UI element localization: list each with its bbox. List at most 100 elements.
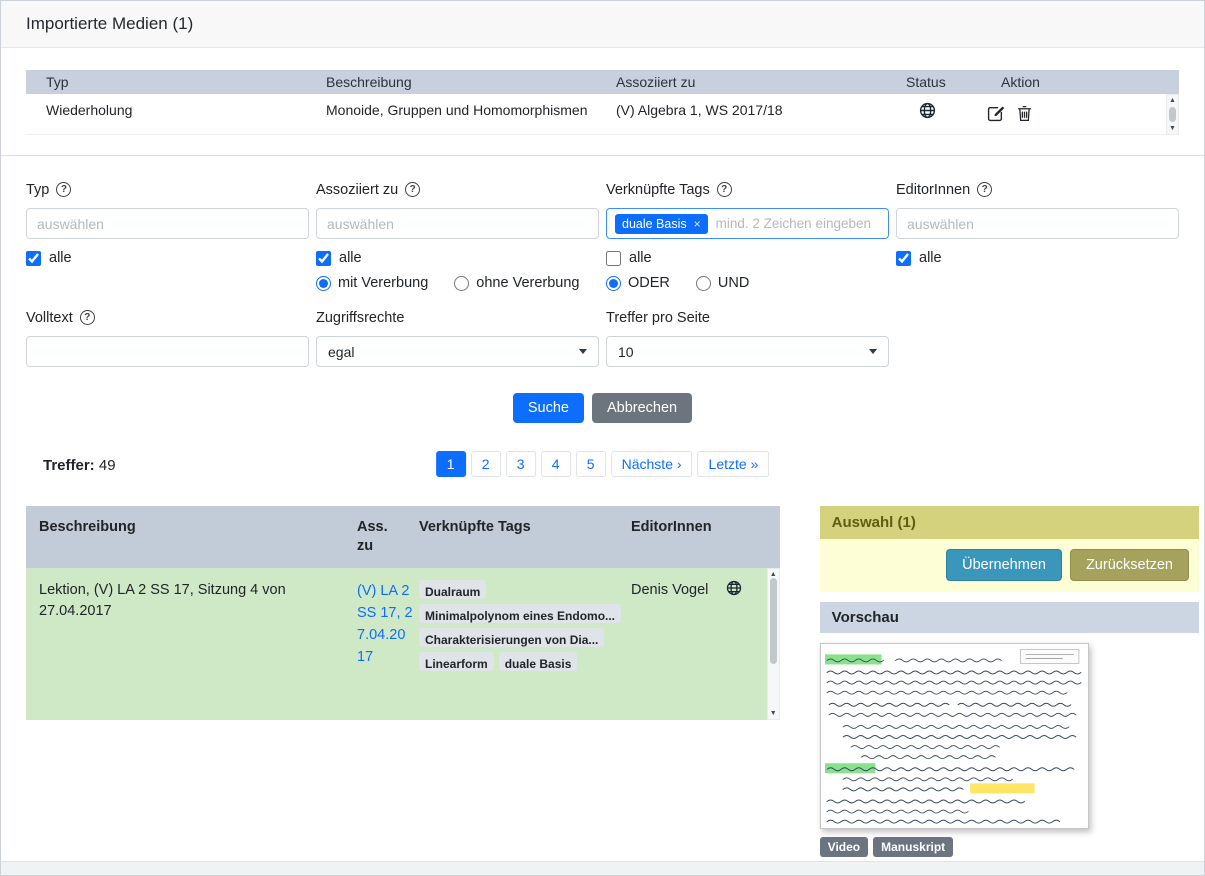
radio-label: ODER <box>628 275 670 291</box>
scroll-down-icon[interactable]: ▼ <box>770 710 777 717</box>
result-tags: Dualraum Minimalpolynom eines Endomo... … <box>419 580 618 671</box>
radio[interactable] <box>606 276 621 291</box>
assoziiert-select-input[interactable] <box>316 208 599 239</box>
cell-status <box>886 94 981 134</box>
checkbox[interactable] <box>606 251 621 266</box>
page-button-3[interactable]: 3 <box>506 451 536 477</box>
filter-panel: Typ ? alle Assoziiert zu ? alle <box>26 179 1179 423</box>
cell-typ: Wiederholung <box>26 94 306 134</box>
help-icon[interactable]: ? <box>80 310 95 325</box>
selected-value: 10 <box>618 344 634 360</box>
treffer-value: 49 <box>99 457 116 474</box>
zuruecksetzen-button[interactable]: Zurücksetzen <box>1070 549 1189 581</box>
radio[interactable] <box>454 276 469 291</box>
scroll-down-icon[interactable]: ▼ <box>1169 125 1176 132</box>
help-icon[interactable]: ? <box>977 182 992 197</box>
typ-select-input[interactable] <box>26 208 309 239</box>
scroll-up-icon[interactable]: ▲ <box>1169 97 1176 104</box>
cell-assoziiert-zu: (V) Algebra 1, WS 2017/18 <box>596 94 886 134</box>
filter-verknuepfte-tags: Verknüpfte Tags ? duale Basis × mind. 2 … <box>606 179 889 291</box>
editorinnen-select-input[interactable] <box>896 208 1179 239</box>
tags-input[interactable]: duale Basis × mind. 2 Zeichen eingeben <box>606 208 889 239</box>
tag-chip: Minimalpolynom eines Endomo... <box>419 604 621 623</box>
und-radio[interactable]: UND <box>696 275 749 291</box>
column-header-verknuepfte-tags: Verknüpfte Tags <box>406 506 618 568</box>
zugriffsrechte-select[interactable]: egal <box>316 336 599 367</box>
help-icon[interactable]: ? <box>56 182 71 197</box>
checkbox-label: alle <box>339 250 362 266</box>
globe-icon <box>919 106 936 122</box>
edit-icon[interactable] <box>987 102 1004 125</box>
selected-value: egal <box>328 344 354 360</box>
filter-typ-label: Typ <box>26 182 49 198</box>
result-row[interactable]: Lektion, (V) LA 2 SS 17, Sitzung 4 von 2… <box>26 568 767 720</box>
filter-treffer-pro-seite-label: Treffer pro Seite <box>606 310 710 326</box>
auswahl-actions: Übernehmen Zurücksetzen <box>820 539 1199 592</box>
filter-assoziiert-label: Assoziiert zu <box>316 182 398 198</box>
filter-typ: Typ ? alle <box>26 179 309 291</box>
radio[interactable] <box>696 276 711 291</box>
auswahl-title: Auswahl (1) <box>820 506 1199 539</box>
checkbox[interactable] <box>316 251 331 266</box>
column-header-typ: Typ <box>26 70 306 94</box>
typ-alle-checkbox[interactable]: alle <box>26 250 309 266</box>
tag-remove-icon[interactable]: × <box>694 218 701 230</box>
column-header-beschreibung: Beschreibung <box>306 70 596 94</box>
help-icon[interactable]: ? <box>717 182 732 197</box>
result-beschreibung: Lektion, (V) LA 2 SS 17, Sitzung 4 von 2… <box>26 568 344 720</box>
checkbox-label: alle <box>49 250 72 266</box>
imported-table-scrollbar[interactable]: ▲ ▼ <box>1166 94 1179 135</box>
next-page-button[interactable]: Nächste › <box>611 451 693 477</box>
imported-table-row: Wiederholung Monoide, Gruppen und Homomo… <box>26 94 1166 135</box>
page-button-4[interactable]: 4 <box>541 451 571 477</box>
scroll-thumb[interactable] <box>770 578 777 664</box>
radio-label: UND <box>718 275 749 291</box>
page-button-5[interactable]: 5 <box>576 451 606 477</box>
treffer-pro-seite-select[interactable]: 10 <box>606 336 889 367</box>
uebernehmen-button[interactable]: Übernehmen <box>946 549 1062 581</box>
preview-badges: Video Manuskript <box>820 837 1199 857</box>
ohne-vererbung-radio[interactable]: ohne Vererbung <box>454 275 579 291</box>
oder-radio[interactable]: ODER <box>606 275 670 291</box>
section-divider <box>1 155 1204 156</box>
radio[interactable] <box>316 276 331 291</box>
video-badge: Video <box>820 837 868 857</box>
filter-zugriffsrechte-label: Zugriffsrechte <box>316 310 404 326</box>
abbrechen-button[interactable]: Abbrechen <box>592 393 692 423</box>
assoziiert-alle-checkbox[interactable]: alle <box>316 250 599 266</box>
mit-vererbung-radio[interactable]: mit Vererbung <box>316 275 428 291</box>
suche-button[interactable]: Suche <box>513 393 584 423</box>
pagination: 1 2 3 4 5 Nächste › Letzte » <box>436 451 770 477</box>
result-editorinnen: Denis Vogel <box>618 568 713 720</box>
page-button-2[interactable]: 2 <box>471 451 501 477</box>
volltext-input[interactable] <box>26 336 309 367</box>
results-table-scrollbar[interactable]: ▲ ▼ <box>767 568 780 720</box>
last-page-button[interactable]: Letzte » <box>698 451 770 477</box>
treffer-count: Treffer: 49 <box>43 457 116 474</box>
tag-duale-basis: duale Basis × <box>615 214 708 234</box>
editorinnen-alle-checkbox[interactable]: alle <box>896 250 1179 266</box>
page-title: Importierte Medien (1) <box>26 14 193 34</box>
scroll-thumb[interactable] <box>1169 107 1176 122</box>
trash-icon[interactable] <box>1017 102 1032 125</box>
checkbox[interactable] <box>26 251 41 266</box>
cell-aktion <box>981 94 1166 134</box>
radio-label: ohne Vererbung <box>476 275 579 291</box>
checkbox-label: alle <box>919 250 942 266</box>
treffer-label: Treffer: <box>43 457 95 474</box>
filter-tags-label: Verknüpfte Tags <box>606 182 710 198</box>
filter-zugriffsrechte: Zugriffsrechte egal <box>316 307 599 367</box>
result-status <box>713 568 767 720</box>
result-assoziiert-link[interactable]: (V) LA 2 SS 17, 27.04.2017 <box>357 580 413 668</box>
filter-treffer-pro-seite: Treffer pro Seite 10 <box>606 307 889 367</box>
imported-media-table: Typ Beschreibung Assoziiert zu Status Ak… <box>26 70 1179 135</box>
page-button-1[interactable]: 1 <box>436 451 466 477</box>
filter-editorinnen: EditorInnen ? alle <box>896 179 1179 291</box>
scroll-up-icon[interactable]: ▲ <box>770 571 777 578</box>
tags-alle-checkbox[interactable]: alle <box>606 250 889 266</box>
manuscript-preview-image[interactable] <box>820 643 1089 829</box>
filter-assoziiert-zu: Assoziiert zu ? alle mit Vererbung ohne … <box>316 179 599 291</box>
checkbox[interactable] <box>896 251 911 266</box>
help-icon[interactable]: ? <box>405 182 420 197</box>
tag-chip: Dualraum <box>419 580 486 599</box>
